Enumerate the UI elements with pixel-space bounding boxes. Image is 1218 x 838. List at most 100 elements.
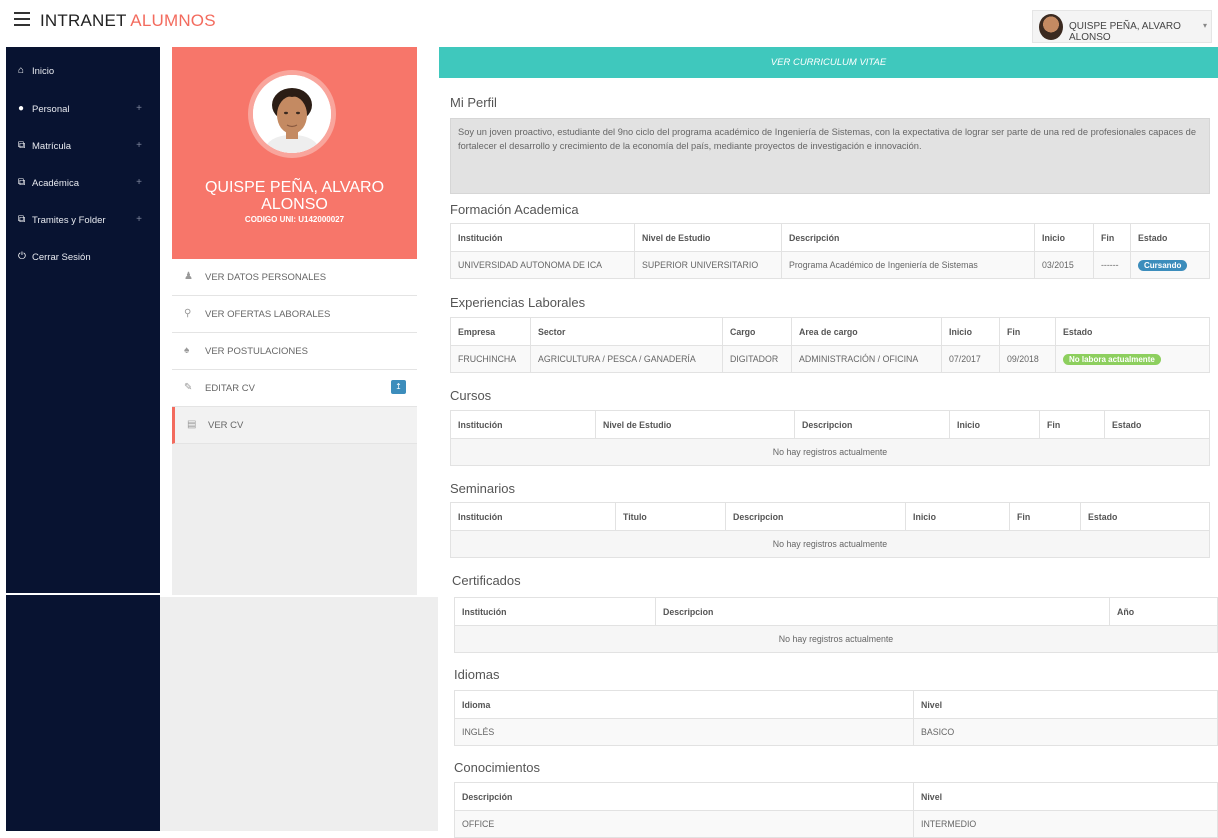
brand-accent: ALUMNOS <box>130 11 216 30</box>
avatar <box>253 75 331 153</box>
column-header: Nivel <box>913 782 1218 811</box>
sidebar-item-tramites[interactable]: ⧉ Tramites y Folder + <box>6 214 160 250</box>
column-header: Descripción <box>454 782 914 811</box>
sidebar-item-inicio[interactable]: ⌂ Inicio <box>6 65 160 101</box>
table-cell: INTERMEDIO <box>913 810 1218 838</box>
table-row: UNIVERSIDAD AUTONOMA DE ICA SUPERIOR UNI… <box>450 251 1210 279</box>
column-header: Titulo <box>615 502 726 531</box>
menu-item-editar-cv[interactable]: ✎ EDITAR CV ↥ <box>172 370 417 407</box>
seminarios-table: Institución Titulo Descripcion Inicio Fi… <box>450 502 1210 558</box>
column-header: Descripcion <box>725 502 906 531</box>
menu-item-label: VER POSTULACIONES <box>205 346 308 357</box>
empty-message: No hay registros actualmente <box>450 530 1210 558</box>
brand-main: INTRANET <box>40 11 127 30</box>
column-header: Estado <box>1055 317 1210 346</box>
menu-item-postulaciones[interactable]: ♠ VER POSTULACIONES <box>172 333 417 370</box>
column-header: Descripción <box>781 223 1035 252</box>
column-header: Institución <box>450 223 635 252</box>
user-icon: ● <box>18 103 25 114</box>
menu-item-ofertas-laborales[interactable]: ⚲ VER OFERTAS LABORALES <box>172 296 417 333</box>
table-row: FRUCHINCHA AGRICULTURA / PESCA / GANADER… <box>450 345 1210 373</box>
sidebar-item-label: Personal <box>32 104 70 115</box>
section-title-formacion: Formación Academica <box>450 202 579 217</box>
table-cell: ------ <box>1093 251 1131 279</box>
experiencias-table: Empresa Sector Cargo Area de cargo Inici… <box>450 317 1210 373</box>
sidebar-item-academica[interactable]: ⧉ Académica + <box>6 177 160 213</box>
table-cell: 03/2015 <box>1034 251 1094 279</box>
user-menu[interactable]: QUISPE PEÑA, ALVARO ALONSO ▾ <box>1032 10 1212 43</box>
ver-cv-button[interactable]: VER CURRICULUM VITAE <box>439 47 1218 78</box>
power-icon: ⏻ <box>18 251 26 262</box>
status-badge: No labora actualmente <box>1063 353 1161 365</box>
column-header: Nivel de Estudio <box>595 410 795 439</box>
sidebar-item-logout[interactable]: ⏻ Cerrar Sesión <box>6 251 160 287</box>
table-header-row: Institución Descripcion Año <box>454 597 1218 626</box>
table-cell: ADMINISTRACIÓN / OFICINA <box>791 345 942 373</box>
conocimientos-table: Descripción Nivel OFFICE INTERMEDIO <box>454 782 1218 838</box>
table-row: INGLÉS BASICO <box>454 718 1218 746</box>
table-row: No hay registros actualmente <box>450 530 1210 558</box>
column-header: Estado <box>1080 502 1210 531</box>
column-header: Año <box>1109 597 1218 626</box>
menu-item-ver-cv[interactable]: ▤ VER CV <box>172 407 417 444</box>
student-code: CODIGO UNI: U142000027 <box>244 215 345 224</box>
section-title-certificados: Certificados <box>452 573 521 588</box>
home-icon: ⌂ <box>18 65 25 76</box>
sidebar-item-matricula[interactable]: ⧉ Matrícula + <box>6 140 160 176</box>
table-cell: BASICO <box>913 718 1218 746</box>
column-header: Inicio <box>941 317 1000 346</box>
upload-badge-icon[interactable]: ↥ <box>391 380 406 394</box>
avatar <box>1039 14 1063 40</box>
menu-item-label: VER CV <box>208 420 244 431</box>
column-header: Inicio <box>949 410 1040 439</box>
column-header: Inicio <box>1034 223 1094 252</box>
table-cell: No labora actualmente <box>1055 345 1210 373</box>
table-cell: FRUCHINCHA <box>450 345 531 373</box>
empty-message: No hay registros actualmente <box>450 438 1210 466</box>
profile-summary: Soy un joven proactivo, estudiante del 9… <box>450 118 1210 194</box>
menu-item-label: VER OFERTAS LABORALES <box>205 309 331 320</box>
sidebar-item-label: Académica <box>32 178 79 189</box>
table-cell: 09/2018 <box>999 345 1056 373</box>
plus-icon: + <box>136 103 142 114</box>
column-header: Nivel <box>913 690 1218 719</box>
search-icon: ⚲ <box>184 308 192 319</box>
table-row: OFFICE INTERMEDIO <box>454 810 1218 838</box>
edit-icon: ✎ <box>184 382 193 393</box>
column-header: Fin <box>1093 223 1131 252</box>
menu-toggle-icon[interactable] <box>14 12 30 26</box>
column-header: Descripcion <box>655 597 1110 626</box>
brand-logo[interactable]: INTRANET ALUMNOS <box>40 11 216 31</box>
table-cell: Cursando <box>1130 251 1210 279</box>
plus-icon: + <box>136 177 142 188</box>
table-cell: SUPERIOR UNIVERSITARIO <box>634 251 782 279</box>
sidebar-item-label: Tramites y Folder <box>32 215 106 226</box>
sidebar: ⌂ Inicio ● Personal + ⧉ Matrícula + ⧉ Ac… <box>6 47 160 831</box>
formacion-table: Institución Nivel de Estudio Descripción… <box>450 223 1210 279</box>
column-header: Institución <box>454 597 656 626</box>
column-header: Sector <box>530 317 723 346</box>
user-name: QUISPE PEÑA, ALVARO ALONSO <box>1069 21 1181 43</box>
table-header-row: Empresa Sector Cargo Area de cargo Inici… <box>450 317 1210 346</box>
table-header-row: Institución Nivel de Estudio Descripcion… <box>450 410 1210 439</box>
sidebar-item-personal[interactable]: ● Personal + <box>6 103 160 139</box>
sidebar-item-label: Inicio <box>32 66 55 77</box>
external-link-icon: ⧉ <box>18 140 26 151</box>
empty-message: No hay registros actualmente <box>454 625 1218 653</box>
column-header: Fin <box>1039 410 1105 439</box>
table-header-row: Institución Titulo Descripcion Inicio Fi… <box>450 502 1210 531</box>
column-header: Fin <box>1009 502 1081 531</box>
chevron-down-icon: ▾ <box>1202 21 1207 30</box>
external-link-icon: ⧉ <box>18 177 26 188</box>
column-header: Estado <box>1130 223 1210 252</box>
table-row: No hay registros actualmente <box>454 625 1218 653</box>
section-title-experiencias: Experiencias Laborales <box>450 295 586 310</box>
column-header: Idioma <box>454 690 914 719</box>
column-header: Institución <box>450 502 616 531</box>
profile-card: QUISPE PEÑA, ALVARO ALONSO CODIGO UNI: U… <box>172 47 417 259</box>
menu-item-datos-personales[interactable]: ♟ VER DATOS PERSONALES <box>172 259 417 296</box>
table-header-row: Institución Nivel de Estudio Descripción… <box>450 223 1210 252</box>
table-cell: Programa Académico de Ingeniería de Sist… <box>781 251 1035 279</box>
left-panel-background <box>160 597 438 831</box>
sidebar-item-label: Cerrar Sesión <box>32 252 91 263</box>
